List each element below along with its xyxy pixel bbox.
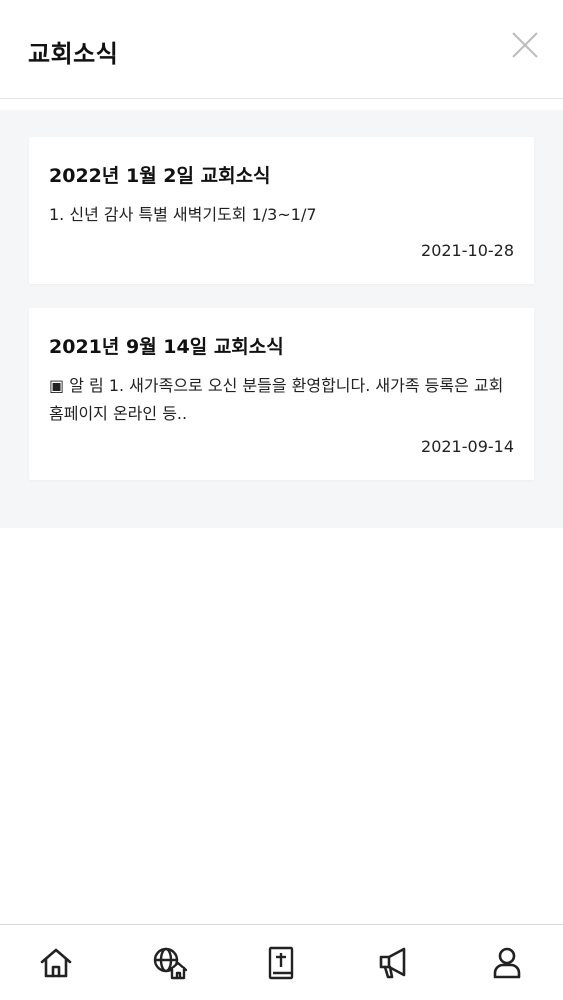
close-button[interactable] [508, 28, 542, 62]
globe-home-icon [153, 947, 187, 980]
user-icon [493, 947, 521, 979]
news-card-summary: ▣ 알 림 1. 새가족으로 오신 분들을 환영합니다. 새가족 등록은 교회 … [49, 376, 504, 423]
news-card[interactable]: 2022년 1월 2일 교회소식 1. 신년 감사 특별 새벽기도회 1/3~1… [29, 137, 534, 284]
news-card-title: 2022년 1월 2일 교회소식 [49, 165, 271, 187]
bible-icon [268, 946, 294, 980]
nav-home-button[interactable] [36, 943, 76, 983]
bottom-nav [0, 924, 563, 1000]
nav-bible-button[interactable] [261, 943, 301, 983]
megaphone-icon [379, 947, 406, 979]
news-list: 2022년 1월 2일 교회소식 1. 신년 감사 특별 새벽기도회 1/3~1… [0, 110, 563, 528]
nav-profile-button[interactable] [487, 943, 527, 983]
news-card-date: 2021-10-28 [421, 241, 514, 260]
news-card-summary: 1. 신년 감사 특별 새벽기도회 1/3~1/7 [49, 205, 317, 224]
nav-church-button[interactable] [149, 943, 189, 983]
nav-news-button[interactable] [374, 943, 414, 983]
close-icon [512, 32, 538, 58]
home-icon [40, 948, 72, 978]
news-card-title: 2021년 9월 14일 교회소식 [49, 336, 284, 358]
news-card[interactable]: 2021년 9월 14일 교회소식 ▣ 알 림 1. 새가족으로 오신 분들을 … [29, 308, 534, 480]
news-card-date: 2021-09-14 [421, 437, 514, 456]
page-title: 교회소식 [28, 40, 119, 68]
header: 교회소식 [0, 0, 563, 99]
